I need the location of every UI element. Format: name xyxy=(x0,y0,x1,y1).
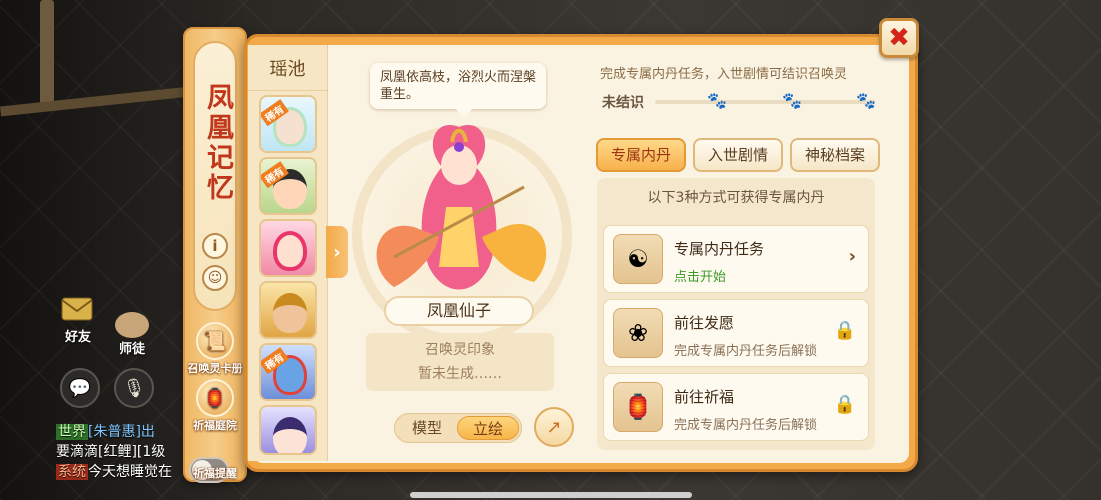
chat-channel-system: 系统 xyxy=(56,464,88,480)
bond-hint: 完成专属内丹任务，入世剧情可结识召唤灵 xyxy=(600,67,848,82)
microphone-icon[interactable]: 🎙 xyxy=(114,368,154,408)
character-name: 凤凰仙子 xyxy=(384,296,534,326)
method-title: 前往祈福 xyxy=(674,388,735,406)
master-icon xyxy=(115,312,149,338)
prayer-remind-label: 祈福提醒 xyxy=(193,467,237,480)
share-icon[interactable]: ↗ xyxy=(534,407,574,447)
paw-icon: 🐾 xyxy=(707,91,727,110)
method-status: 完成专属内丹任务后解锁 xyxy=(674,344,818,359)
pet-portrait xyxy=(273,417,307,453)
title-scroll: 凤凰记忆 i ☺ xyxy=(193,41,237,311)
tab-exclusive-core[interactable]: 专属内丹 xyxy=(596,138,686,172)
method-title: 前往发愿 xyxy=(674,314,735,332)
close-icon[interactable]: ✖ xyxy=(879,18,919,58)
pet-portrait xyxy=(273,231,307,271)
impression-status: 暂未生成…… xyxy=(418,366,502,382)
friends-label: 好友 xyxy=(64,330,91,345)
chat-line: 今天想睡觉在 xyxy=(88,464,172,480)
pet-list-header: 瑶池 xyxy=(248,45,327,91)
prayer-remind-label-wrap: 祈福提醒 xyxy=(182,465,248,481)
pet-slot[interactable] xyxy=(259,219,317,277)
character-area: 凤凰依高枝，浴烈火而涅槃重生。 凤凰仙子 召唤灵印象 暂未生成…… 模型 立绘 … xyxy=(332,55,588,455)
phoenix-fairy-illustration xyxy=(376,125,547,290)
pet-slot[interactable]: 稀有 xyxy=(259,343,317,401)
prayer-courtyard-label: 祈福庭院 xyxy=(193,419,237,432)
friends-button[interactable]: 好友 xyxy=(58,296,98,345)
sky-lantern-icon: 🏮 xyxy=(613,382,663,432)
bond-progress-track xyxy=(655,100,875,104)
art-view-button[interactable]: 立绘 xyxy=(457,416,519,440)
lock-icon: 🔒 xyxy=(833,320,856,341)
tab-world-story[interactable]: 入世剧情 xyxy=(693,138,783,172)
chevron-right-icon[interactable]: › xyxy=(849,246,856,267)
method-status: 点击开始 xyxy=(674,270,727,285)
side-ribbon: 凤凰记忆 i ☺ 📜 召唤灵卡册 🏮 祈福庭院 祈福提醒 xyxy=(182,27,248,483)
model-view-button[interactable]: 模型 xyxy=(397,416,457,440)
tab-secret-archive[interactable]: 神秘档案 xyxy=(790,138,880,172)
bond-state: 未结识 xyxy=(602,95,644,111)
impression-title: 召唤灵印象 xyxy=(425,342,495,358)
lantern-icon: 🏮 xyxy=(196,379,234,417)
pet-list: 瑶池 稀有 稀有 稀有 xyxy=(248,45,328,461)
master-label: 师徒 xyxy=(118,342,145,357)
home-indicator xyxy=(410,492,692,498)
paw-icon: 🐾 xyxy=(782,91,802,110)
wooden-post xyxy=(40,0,54,110)
pet-slot[interactable] xyxy=(259,281,317,339)
method-pray[interactable]: 🏮 前往祈福 完成专属内丹任务后解锁 🔒 xyxy=(603,373,869,441)
method-exclusive-task[interactable]: ☯ 专属内丹任务 点击开始 › xyxy=(603,225,869,293)
flower-icon: ❀ xyxy=(613,308,663,358)
chat-line: 要滴滴[红鲤][1级 xyxy=(56,444,166,460)
info-icon[interactable]: i xyxy=(202,233,228,259)
jade-orb-icon: ☯ xyxy=(613,234,663,284)
methods-title: 以下3种方式可获得专属内丹 xyxy=(647,190,825,206)
chat-icon[interactable]: 💬 xyxy=(60,368,100,408)
master-button[interactable]: 师徒 xyxy=(115,312,149,357)
method-title: 专属内丹任务 xyxy=(674,240,765,258)
ribbon-title: 凤凰记忆 xyxy=(202,83,233,203)
chat-channel-world: 世界 xyxy=(56,424,88,440)
view-mode-toggle: 模型 立绘 xyxy=(394,413,522,443)
pet-slot[interactable]: 稀有 xyxy=(259,95,317,153)
summon-card-book-button[interactable]: 📜 召唤灵卡册 xyxy=(182,322,248,376)
method-status: 完成专属内丹任务后解锁 xyxy=(674,418,818,433)
emote-icon[interactable]: ☺ xyxy=(202,265,228,291)
prayer-courtyard-button[interactable]: 🏮 祈福庭院 xyxy=(182,379,248,433)
card-book-icon: 📜 xyxy=(196,322,234,360)
summon-impression-box: 召唤灵印象 暂未生成…… xyxy=(366,333,554,391)
method-make-wish[interactable]: ❀ 前往发愿 完成专属内丹任务后解锁 🔒 xyxy=(603,299,869,367)
pet-slot[interactable]: 稀有 xyxy=(259,157,317,215)
pet-slot[interactable] xyxy=(259,405,317,455)
detail-tabs: 专属内丹 入世剧情 神秘档案 xyxy=(596,138,880,172)
acquisition-methods: 以下3种方式可获得专属内丹 ☯ 专属内丹任务 点击开始 › ❀ 前往发愿 完成专… xyxy=(597,178,875,450)
lock-icon: 🔒 xyxy=(833,394,856,415)
chat-line: [朱普惠]出 xyxy=(88,424,155,440)
character-quote-bubble: 凤凰依高枝，浴烈火而涅槃重生。 xyxy=(370,63,546,117)
summon-card-book-label: 召唤灵卡册 xyxy=(187,362,243,375)
envelope-icon xyxy=(58,296,98,326)
pet-portrait xyxy=(273,293,307,333)
paw-icon: 🐾 xyxy=(856,91,876,110)
